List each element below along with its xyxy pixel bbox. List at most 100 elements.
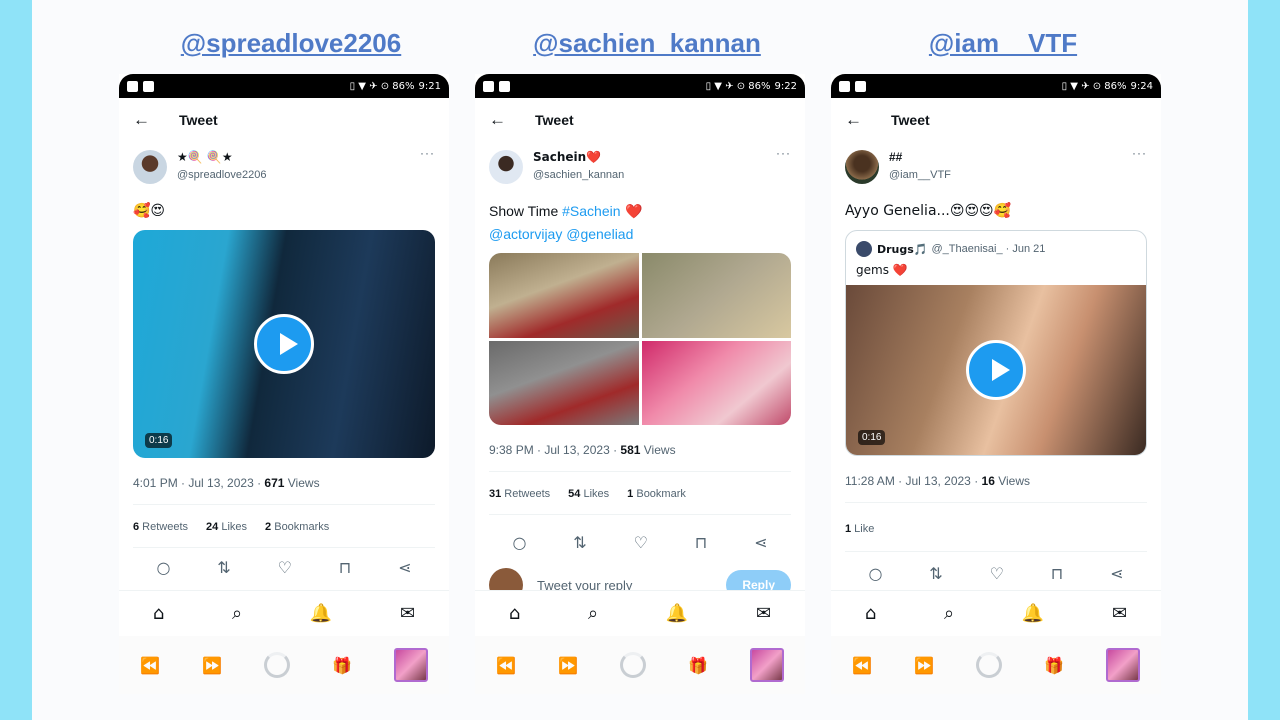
notification-icon <box>855 80 866 92</box>
display-name: ★🍭 🍭★ <box>177 150 233 164</box>
more-options-icon[interactable]: ··· <box>1132 146 1147 160</box>
fast-forward-icon[interactable]: ⏩ <box>558 656 578 675</box>
video-player[interactable]: 0:16 <box>846 285 1146 455</box>
fast-forward-icon[interactable]: ⏩ <box>914 656 934 675</box>
rewind-icon[interactable]: ⏪ <box>140 656 160 675</box>
bottom-navigation: ⌂ ⌕ 🔔 ✉ <box>475 590 805 636</box>
notification-icon <box>127 80 138 92</box>
loading-spinner-icon <box>263 652 290 678</box>
retweet-icon[interactable]: ⇅ <box>573 533 586 552</box>
status-bar: ▯ ▼ ✈ ⊙ 86% 9:24 <box>831 74 1161 98</box>
tweet-text: Show Time #Sachein ❤️ @actorvijay @genel… <box>489 203 643 242</box>
likes-count[interactable]: 1 Like <box>845 523 874 535</box>
bell-icon[interactable]: 🔔 <box>310 603 332 624</box>
mail-icon[interactable]: ✉ <box>1112 603 1127 624</box>
status-bar: ▯ ▼ ✈ ⊙ 86% 9:22 <box>475 74 805 98</box>
gift-icon[interactable]: 🎁 <box>1044 656 1064 675</box>
video-duration: 0:16 <box>145 433 173 448</box>
reply-icon[interactable]: ○ <box>512 533 526 552</box>
tweet-timestamp: 9:38 PM · Jul 13, 2023 · 581 Views <box>489 443 676 457</box>
bookmark-icon[interactable]: ⊓ <box>339 558 351 577</box>
home-icon[interactable]: ⌂ <box>509 603 520 624</box>
phone-screenshot-2: ▯ ▼ ✈ ⊙ 86% 9:22 ← Tweet Sachein❤️ @sachi… <box>475 74 805 694</box>
avatar[interactable] <box>489 150 523 184</box>
tweet-actions: ○ ⇅ ♡ ⊓ ⋖ <box>119 558 449 577</box>
tweet-author[interactable]: ## @iam__VTF ··· <box>831 142 1161 184</box>
image-1[interactable] <box>489 253 639 338</box>
tweet-actions: ○ ⇅ ♡ ⊓ ⋖ <box>475 533 805 552</box>
image-2[interactable] <box>641 253 791 338</box>
video-thumbnail[interactable] <box>393 648 428 682</box>
share-icon[interactable]: ⋖ <box>1110 564 1123 583</box>
tweet-text: 🥰😍 <box>133 203 166 219</box>
display-name: ## <box>889 150 903 164</box>
reply-icon[interactable]: ○ <box>868 564 882 583</box>
likes-count[interactable]: 24 Likes <box>206 521 247 533</box>
share-icon[interactable]: ⋖ <box>398 558 411 577</box>
bottom-navigation: ⌂ ⌕ 🔔 ✉ <box>119 590 449 636</box>
bookmark-icon[interactable]: ⊓ <box>695 533 707 552</box>
bell-icon[interactable]: 🔔 <box>1022 603 1044 624</box>
tweet-stats: 31 Retweets 54 Likes 1 Bookmark <box>475 488 805 500</box>
more-options-icon[interactable]: ··· <box>776 146 791 160</box>
image-3[interactable] <box>489 340 639 425</box>
tweet-timestamp: 11:28 AM · Jul 13, 2023 · 16 Views <box>845 474 1031 488</box>
rewind-icon[interactable]: ⏪ <box>852 656 872 675</box>
status-time: 9:24 <box>1130 80 1153 92</box>
tweet-timestamp: 4:01 PM · Jul 13, 2023 · 671 Views <box>133 476 320 490</box>
column-title-1: @spreadlove2206 <box>180 28 402 58</box>
more-options-icon[interactable]: ··· <box>420 146 435 160</box>
back-arrow-icon[interactable]: ← <box>489 110 535 130</box>
play-button-icon[interactable] <box>966 340 1026 400</box>
display-name: Sachein❤️ <box>533 150 602 164</box>
like-icon[interactable]: ♡ <box>278 558 292 577</box>
quoted-tweet[interactable]: Drugs🎵 @_Thaenisai_ · Jun 21 gems ❤️ 0:1… <box>845 230 1147 456</box>
status-icons: ▯ ▼ ✈ ⊙ 86% <box>1061 80 1127 92</box>
home-icon[interactable]: ⌂ <box>865 603 876 624</box>
share-icon[interactable]: ⋖ <box>754 533 767 552</box>
avatar[interactable] <box>133 150 167 184</box>
column-title-2: @sachien_kannan <box>533 28 761 58</box>
tweet-stats: 6 Retweets 24 Likes 2 Bookmarks <box>119 521 449 533</box>
video-thumbnail[interactable] <box>749 648 784 682</box>
quoted-display-name: Drugs🎵 <box>877 242 928 256</box>
image-4[interactable] <box>641 340 791 425</box>
likes-count[interactable]: 54 Likes <box>568 488 609 500</box>
video-thumbnail[interactable] <box>1105 648 1140 682</box>
home-icon[interactable]: ⌂ <box>153 603 164 624</box>
avatar <box>856 241 872 257</box>
search-icon[interactable]: ⌕ <box>232 603 242 624</box>
search-icon[interactable]: ⌕ <box>588 603 598 624</box>
search-icon[interactable]: ⌕ <box>944 603 954 624</box>
bookmarks-count[interactable]: 1 Bookmark <box>627 488 686 500</box>
bell-icon[interactable]: 🔔 <box>666 603 688 624</box>
image-grid <box>489 253 791 425</box>
back-arrow-icon[interactable]: ← <box>845 110 891 130</box>
retweets-count[interactable]: 6 Retweets <box>133 521 188 533</box>
like-icon[interactable]: ♡ <box>990 564 1004 583</box>
reply-icon[interactable]: ○ <box>156 558 170 577</box>
loading-spinner-icon <box>975 652 1002 678</box>
mention-links[interactable]: @actorvijay @geneliad <box>489 226 633 242</box>
gift-icon[interactable]: 🎁 <box>688 656 708 675</box>
video-player[interactable]: 0:16 <box>133 230 435 458</box>
back-arrow-icon[interactable]: ← <box>133 110 179 130</box>
retweet-icon[interactable]: ⇅ <box>929 564 942 583</box>
mail-icon[interactable]: ✉ <box>756 603 771 624</box>
like-icon[interactable]: ♡ <box>634 533 648 552</box>
retweets-count[interactable]: 31 Retweets <box>489 488 550 500</box>
fast-forward-icon[interactable]: ⏩ <box>202 656 222 675</box>
phone-screenshot-1: ▯ ▼ ✈ ⊙ 86% 9:21 ← Tweet ★🍭 🍭★ @spreadlov… <box>119 74 449 694</box>
avatar[interactable] <box>845 150 879 184</box>
hashtag-link[interactable]: #Sachein <box>562 203 620 219</box>
bookmark-icon[interactable]: ⊓ <box>1051 564 1063 583</box>
bookmarks-count[interactable]: 2 Bookmarks <box>265 521 329 533</box>
tweet-author[interactable]: Sachein❤️ @sachien_kannan ··· <box>475 142 805 184</box>
rewind-icon[interactable]: ⏪ <box>496 656 516 675</box>
tweet-stats: 1 Like <box>831 523 1161 535</box>
retweet-icon[interactable]: ⇅ <box>217 558 230 577</box>
mail-icon[interactable]: ✉ <box>400 603 415 624</box>
play-button-icon[interactable] <box>254 314 314 374</box>
tweet-author[interactable]: ★🍭 🍭★ @spreadlove2206 ··· <box>119 142 449 184</box>
gift-icon[interactable]: 🎁 <box>332 656 352 675</box>
